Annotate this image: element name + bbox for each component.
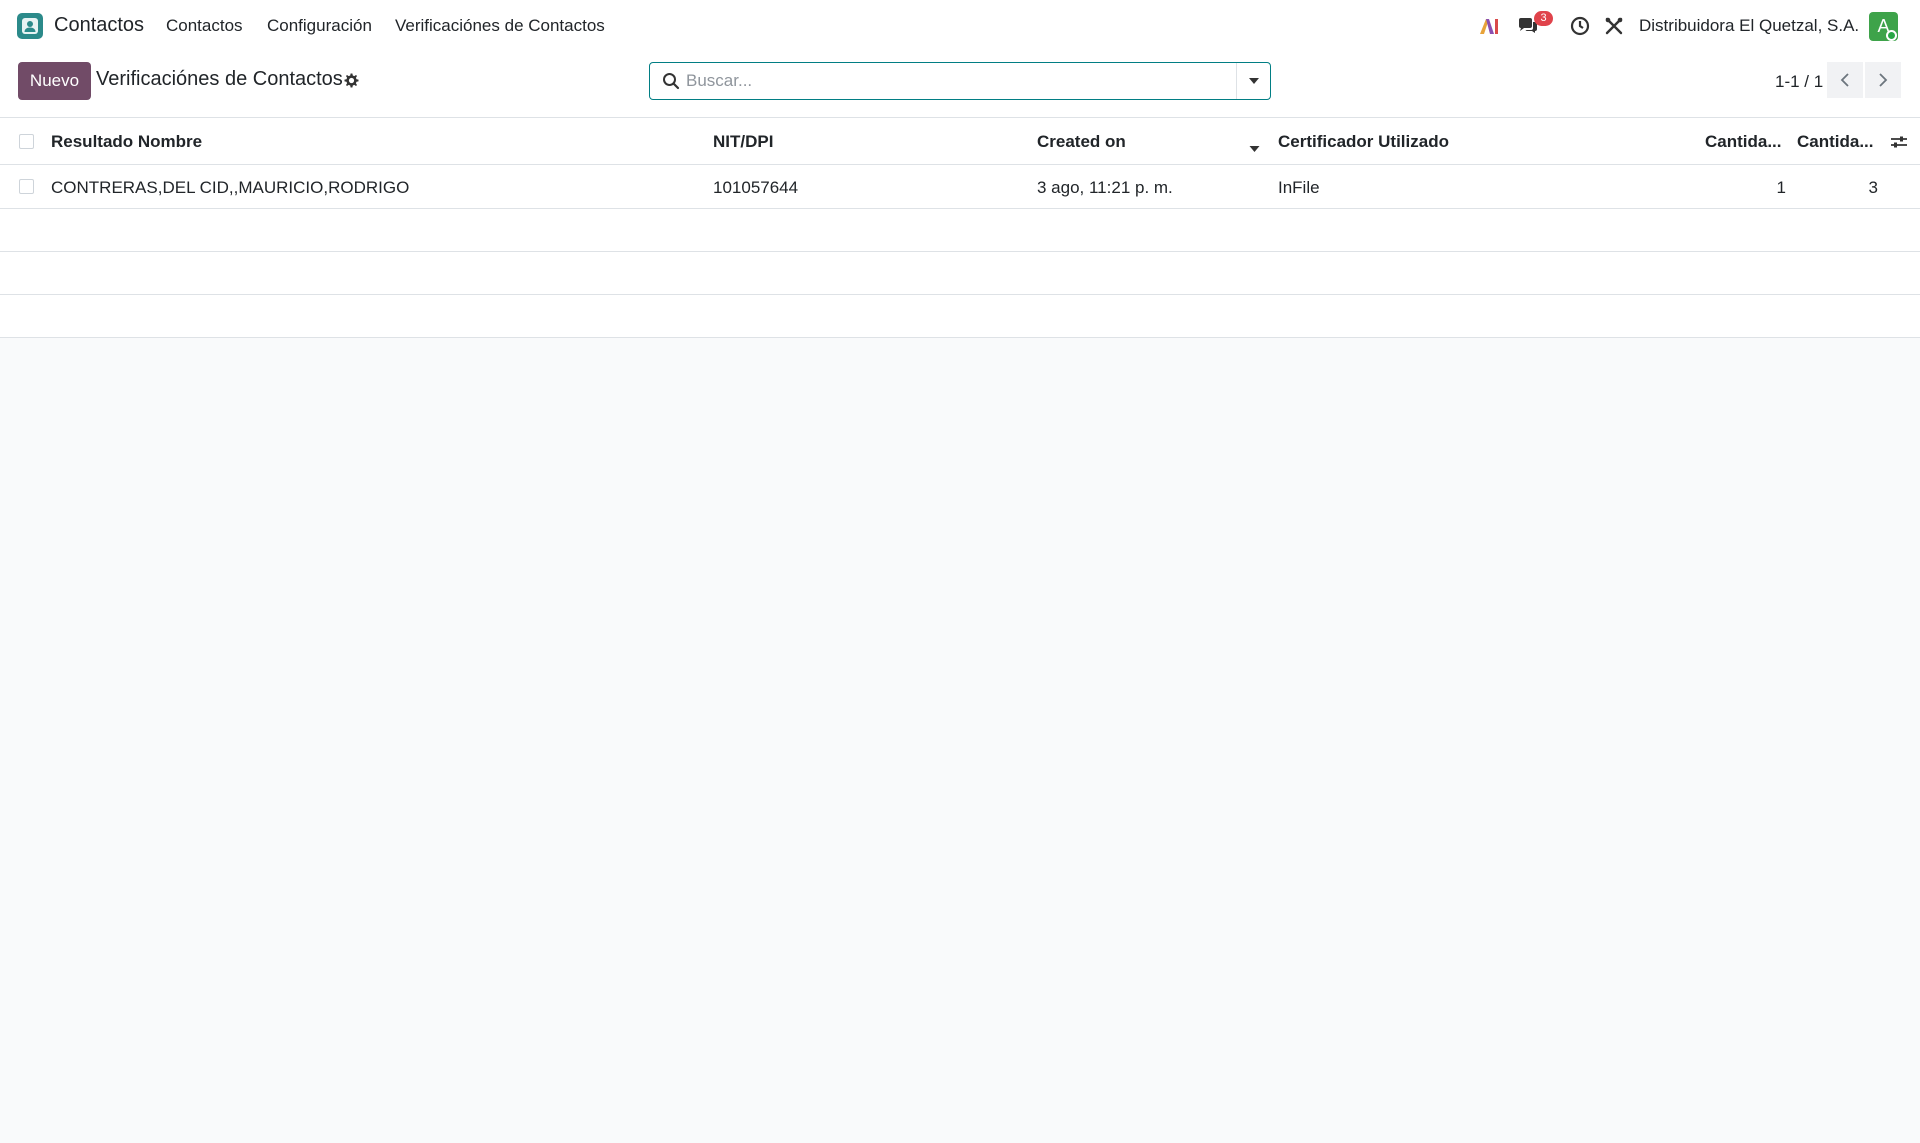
- row-checkbox[interactable]: [19, 179, 34, 194]
- caret-down-icon: [1248, 78, 1259, 84]
- empty-row: [0, 209, 1920, 252]
- search-bar: [649, 62, 1271, 100]
- column-nit-dpi[interactable]: NIT/DPI: [713, 132, 773, 152]
- control-panel: Nuevo Verificaciónes de Contactos 1-1 / …: [0, 52, 1920, 118]
- cell-resultado-nombre: CONTRERAS,DEL CID,,MAURICIO,RODRIGO: [51, 178, 410, 197]
- pager-value[interactable]: 1-1 / 1: [1775, 72, 1823, 92]
- pager-next-button[interactable]: [1865, 62, 1901, 98]
- cell-certificador: InFile: [1278, 178, 1320, 197]
- chevron-right-icon: [1879, 73, 1888, 87]
- cell-created-on: 3 ago, 11:21 p. m.: [1037, 178, 1173, 197]
- messages-badge: 3: [1534, 11, 1553, 26]
- column-resultado-nombre[interactable]: Resultado Nombre: [51, 132, 202, 152]
- search-input[interactable]: [686, 64, 1226, 98]
- new-button[interactable]: Nuevo: [18, 62, 91, 100]
- page-title: Verificaciónes de Contactos: [96, 68, 343, 90]
- column-cantidad-1[interactable]: Cantida...: [1705, 132, 1782, 152]
- chevron-left-icon: [1840, 73, 1849, 87]
- tools-icon[interactable]: [1602, 14, 1626, 38]
- empty-row: [0, 252, 1920, 295]
- table-header: Resultado Nombre NIT/DPI Created on Cert…: [0, 118, 1920, 165]
- cell-cantidad-1: 1: [1776, 178, 1786, 197]
- clock-icon[interactable]: [1568, 14, 1592, 38]
- app-name[interactable]: Contactos: [54, 14, 144, 37]
- menu-verificaciones[interactable]: Verificaciónes de Contactos: [395, 16, 605, 36]
- sort-desc-icon: [1249, 140, 1260, 158]
- select-all-checkbox[interactable]: [19, 134, 34, 149]
- company-switcher[interactable]: Distribuidora El Quetzal, S.A.: [1639, 16, 1859, 36]
- ai-icon[interactable]: [1477, 14, 1501, 38]
- search-icon: [662, 72, 680, 90]
- menu-configuracion[interactable]: Configuración: [267, 16, 372, 36]
- gear-icon[interactable]: [342, 72, 360, 90]
- column-created-on[interactable]: Created on: [1037, 132, 1126, 152]
- column-cantidad-2[interactable]: Cantida...: [1797, 132, 1874, 152]
- table-row[interactable]: CONTRERAS,DEL CID,,MAURICIO,RODRIGO 1010…: [0, 165, 1920, 209]
- empty-row: [0, 295, 1920, 338]
- online-status-dot: [1886, 30, 1897, 41]
- column-settings-icon[interactable]: [1890, 133, 1908, 156]
- search-options-toggle[interactable]: [1236, 63, 1270, 99]
- column-certificador[interactable]: Certificador Utilizado: [1278, 132, 1449, 152]
- top-navbar: Contactos Contactos Configuración Verifi…: [0, 0, 1920, 52]
- pager-previous-button[interactable]: [1827, 62, 1863, 98]
- contacts-app-icon[interactable]: [17, 13, 43, 39]
- cell-nit-dpi: 101057644: [713, 178, 799, 197]
- menu-contactos[interactable]: Contactos: [166, 16, 243, 36]
- list-table: Resultado Nombre NIT/DPI Created on Cert…: [0, 118, 1920, 338]
- cell-cantidad-2: 3: [1868, 178, 1878, 197]
